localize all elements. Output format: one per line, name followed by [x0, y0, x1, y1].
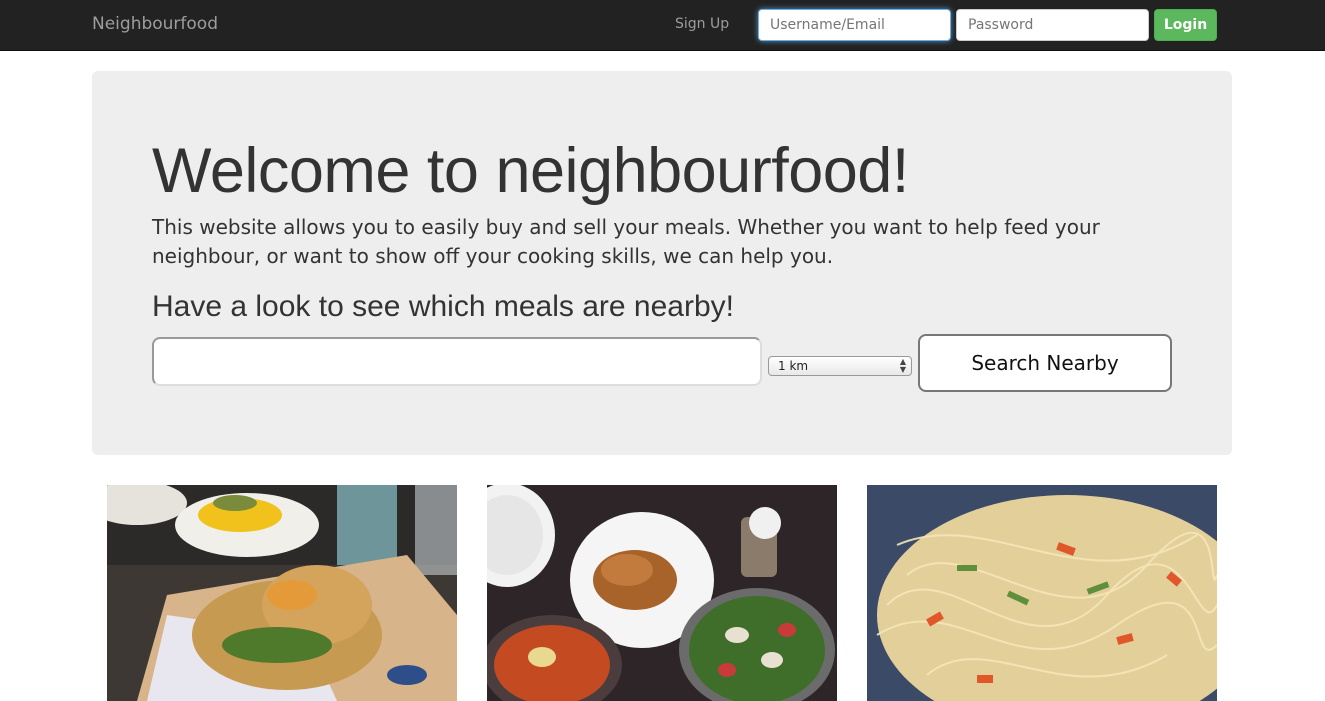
login-button[interactable]: Login [1154, 9, 1217, 41]
select-arrows-icon: ▲ ▼ [899, 357, 906, 374]
meal-card-2[interactable] [487, 485, 837, 701]
distance-select[interactable]: 1 km ▲ ▼ [768, 356, 912, 376]
distance-select-value: 1 km [778, 359, 809, 373]
navbar: Neighbourfood Sign Up Login [0, 0, 1325, 51]
meal-image-2 [487, 485, 837, 701]
meal-card-3[interactable] [867, 485, 1217, 701]
hero-title: Welcome to neighbourfood! [152, 136, 909, 206]
hero-subtitle: Have a look to see which meals are nearb… [152, 290, 734, 323]
meal-card-1[interactable] [107, 485, 457, 701]
meal-image-1 [107, 485, 457, 701]
hero-description: This website allows you to easily buy an… [152, 215, 1100, 268]
password-input[interactable] [956, 9, 1149, 41]
meal-image-3 [867, 485, 1217, 701]
signup-link[interactable]: Sign Up [675, 16, 729, 32]
location-search-input[interactable] [152, 337, 762, 386]
search-nearby-button[interactable]: Search Nearby [918, 334, 1172, 392]
brand-link[interactable]: Neighbourfood [92, 14, 218, 34]
username-input[interactable] [758, 9, 951, 41]
hero-jumbotron: Welcome to neighbourfood! This website a… [92, 71, 1232, 455]
